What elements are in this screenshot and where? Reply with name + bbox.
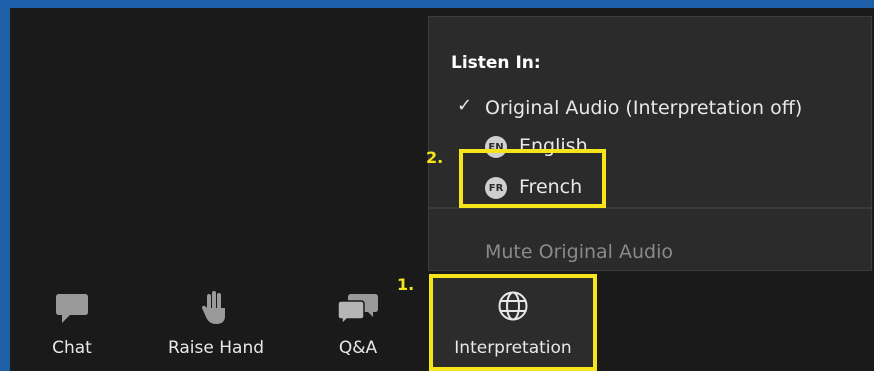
qa-button[interactable]: Q&A: [328, 278, 388, 371]
menu-title: Listen In:: [451, 53, 541, 73]
raise-hand-label: Raise Hand: [167, 338, 265, 358]
menu-item-mute-original-audio[interactable]: Mute Original Audio: [429, 235, 871, 271]
highlight-box-interpretation: [429, 274, 597, 371]
step-2-marker: 2.: [426, 148, 444, 167]
menu-item-label: Original Audio (Interpretation off): [485, 97, 803, 119]
menu-item-label: Mute Original Audio: [485, 241, 674, 263]
checkmark-icon: ✓: [457, 95, 473, 116]
raise-hand-icon: [201, 278, 231, 326]
highlight-box-french: [459, 149, 606, 208]
step-1-marker: 1.: [397, 275, 415, 294]
chat-icon: [54, 278, 90, 326]
raise-hand-button[interactable]: Raise Hand: [160, 278, 272, 371]
meeting-window: Listen In: ✓ Original Audio (Interpretat…: [10, 8, 874, 371]
menu-item-original-audio[interactable]: ✓ Original Audio (Interpretation off): [429, 91, 871, 127]
interpretation-menu: Listen In: ✓ Original Audio (Interpretat…: [428, 16, 872, 271]
chat-button[interactable]: Chat: [42, 278, 102, 371]
qa-label: Q&A: [338, 338, 378, 358]
chat-label: Chat: [52, 338, 92, 358]
qa-icon: [337, 278, 379, 326]
